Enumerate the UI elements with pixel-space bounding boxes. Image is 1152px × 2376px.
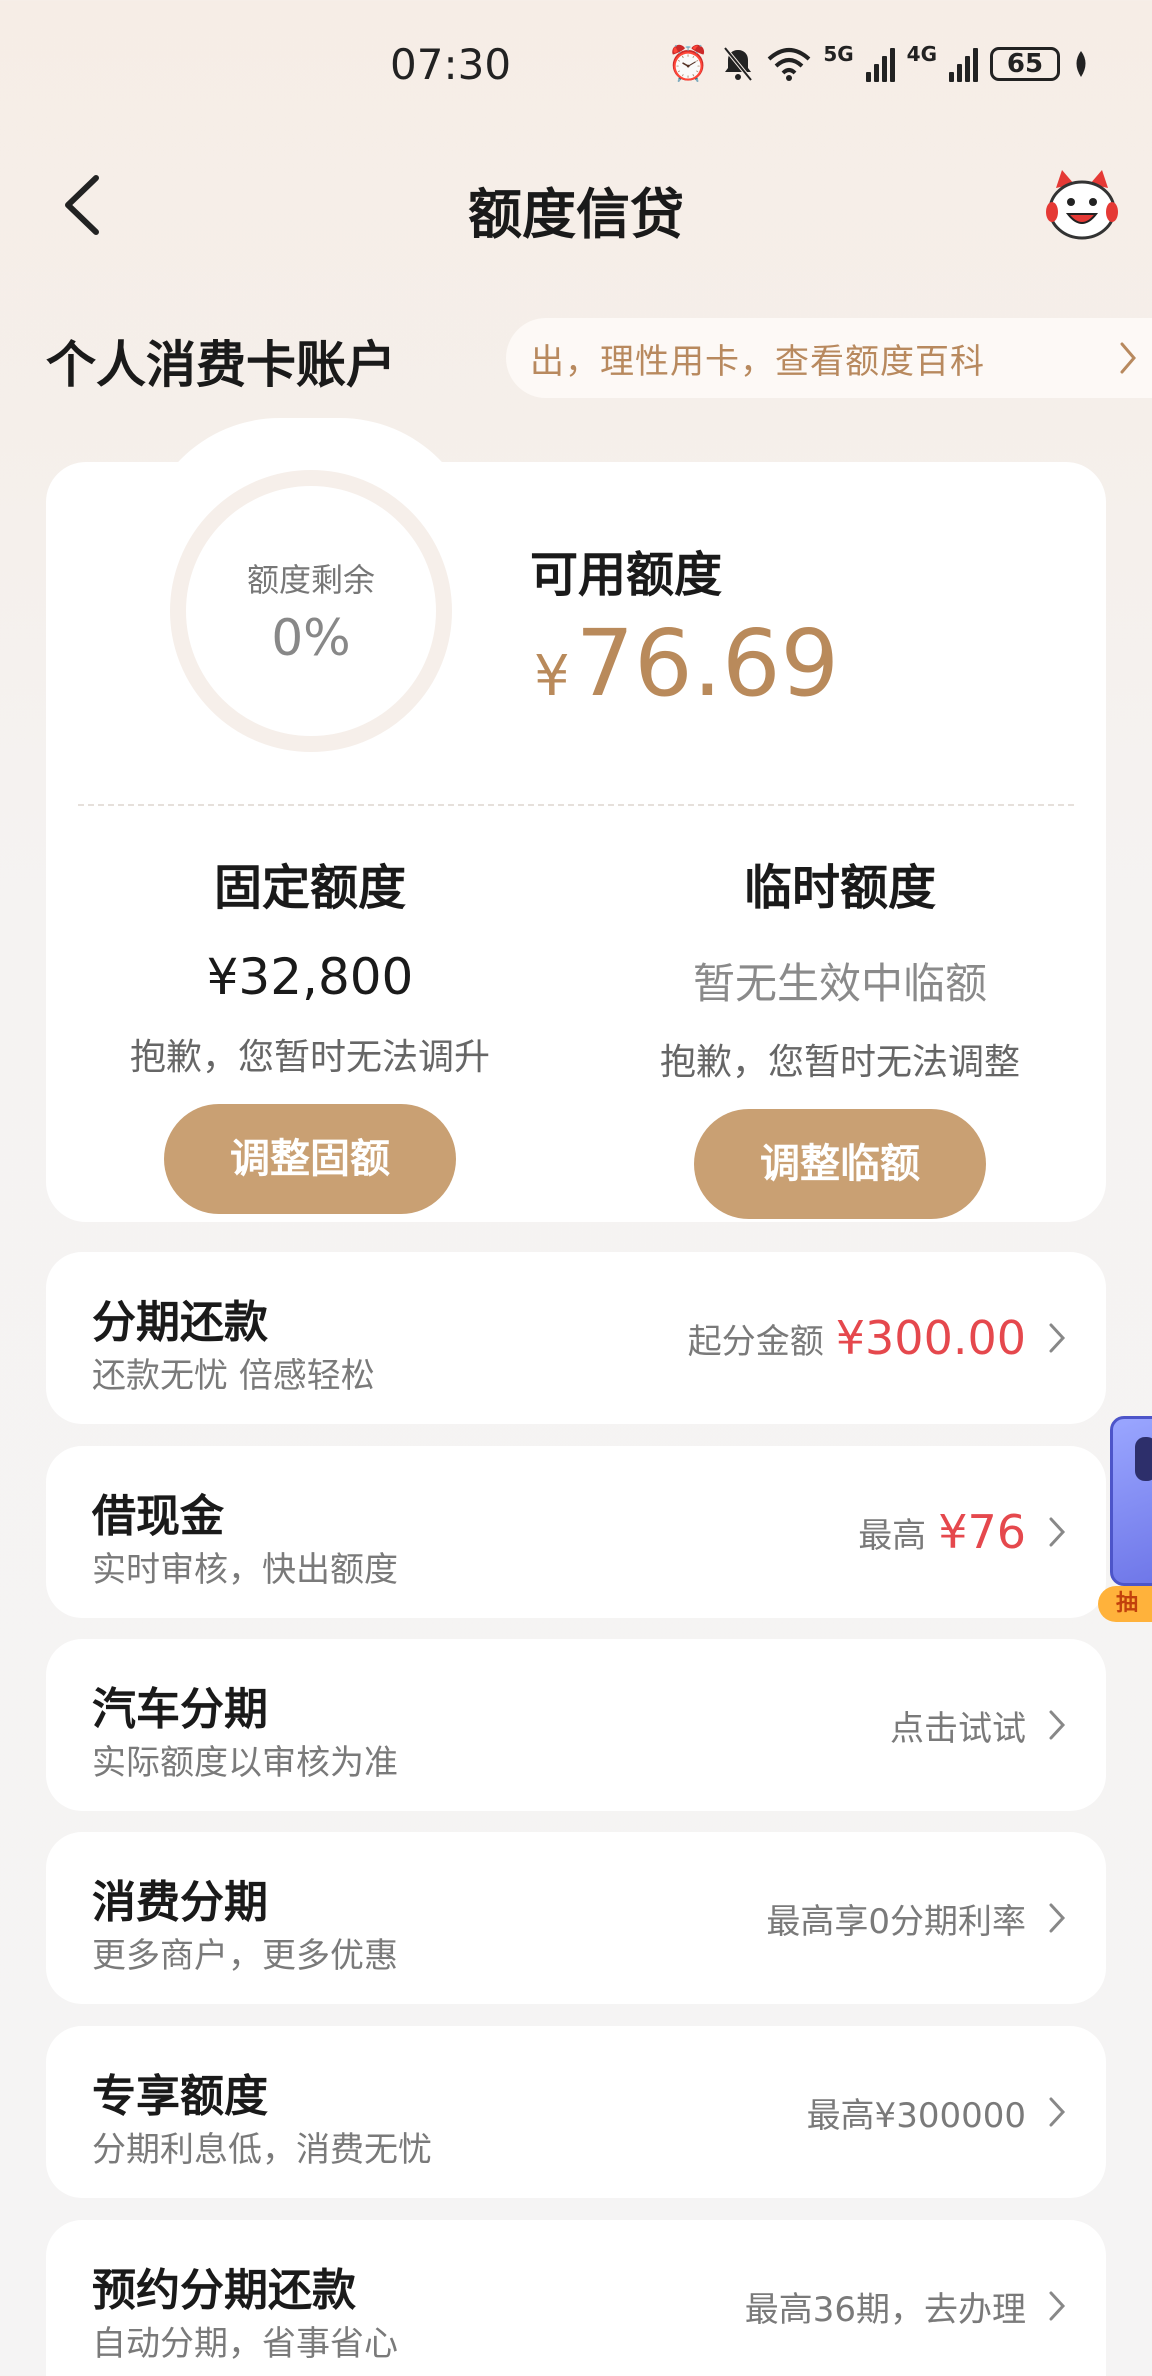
list-item-hint: 最高 (858, 1515, 927, 1556)
list-item-title: 分期还款 (92, 1297, 268, 1348)
network-4g-label: 4G (906, 42, 937, 66)
list-item-right: 最高 ¥76 (858, 1446, 1026, 1618)
signal-bars-icon (865, 46, 895, 82)
adjust-fixed-button[interactable]: 调整固额 (164, 1104, 456, 1214)
phone-promo-image (1110, 1416, 1152, 1586)
list-item-subtitle: 还款无忧 倍感轻松 (92, 1356, 375, 1396)
promo-tag: 抽 (1098, 1586, 1152, 1622)
floating-promo[interactable]: 抽 (1098, 1410, 1152, 1622)
list-item-title: 专享额度 (92, 2071, 268, 2122)
temp-credit-title: 临时额度 (743, 860, 936, 916)
chevron-right-icon (1049, 2097, 1066, 2127)
list-item-subtitle: 实际额度以审核为准 (92, 1743, 398, 1783)
list-item-subtitle: 更多商户，更多优惠 (92, 1936, 398, 1976)
list-item-right: 最高享0分期利率 (766, 1832, 1026, 2004)
list-item-right: 起分金额 ¥300.00 (688, 1252, 1026, 1424)
temp-credit-status: 暂无生效中临额 (692, 959, 987, 1008)
adjust-temp-button[interactable]: 调整临额 (694, 1109, 986, 1219)
remaining-ratio-ring: 额度剩余 0% (170, 470, 452, 752)
list-item-title: 消费分期 (92, 1877, 268, 1928)
fixed-credit-section: 固定额度 ¥32,800 抱歉，您暂时无法调升 调整固额 (90, 848, 530, 1214)
network-5g-label: 5G (823, 42, 854, 66)
list-item-subtitle: 实时审核，快出额度 (92, 1550, 398, 1590)
mute-bell-icon (723, 46, 753, 82)
status-icons: ⏰ 5G 4G 65 (666, 42, 1090, 84)
list-item-hint: 最高享0分期利率 (766, 1901, 1026, 1942)
mascot-icon[interactable] (1042, 166, 1122, 246)
account-title: 个人消费卡账户 (46, 336, 396, 394)
notice-text: 出，理性用卡，查看额度百科 (530, 341, 985, 382)
list-item-hint: 最高36期，去办理 (744, 2289, 1026, 2330)
dashed-divider (78, 804, 1074, 806)
status-bar: 07:30 ⏰ 5G 4G 65 (0, 0, 1152, 130)
status-time: 07:30 (390, 40, 512, 89)
battery-indicator: 65 (990, 47, 1060, 81)
chevron-right-icon (1120, 342, 1136, 374)
nav-bar: 额度信贷 (0, 160, 1152, 250)
camera-icon (1135, 1437, 1152, 1481)
chevron-right-icon (1049, 1323, 1066, 1353)
page-title: 额度信贷 (468, 183, 684, 246)
fixed-credit-amount: ¥32,800 (206, 948, 414, 1006)
list-item-right: 最高¥300000 (807, 2026, 1026, 2198)
wifi-icon (767, 48, 811, 81)
notice-banner[interactable]: 出，理性用卡，查看额度百科 (506, 318, 1152, 398)
fixed-credit-title: 固定额度 (213, 860, 406, 916)
available-credit-value: 76.69 (575, 610, 840, 717)
chevron-right-icon (1049, 1517, 1066, 1547)
ring-label: 额度剩余 (246, 561, 375, 599)
list-item-subtitle: 自动分期，省事省心 (92, 2324, 398, 2364)
signal-bars-icon (949, 46, 978, 82)
list-item-hint: 点击试试 (890, 1708, 1026, 1749)
list-item-right: 点击试试 (890, 1639, 1026, 1811)
list-item[interactable]: 消费分期 更多商户，更多优惠 最高享0分期利率 (46, 1832, 1106, 2004)
available-credit-amount: ¥ 76.69 (534, 610, 839, 717)
alarm-icon: ⏰ (666, 44, 710, 84)
list-item[interactable]: 汽车分期 实际额度以审核为准 点击试试 (46, 1639, 1106, 1811)
available-credit-label: 可用额度 (530, 547, 723, 603)
temp-credit-note: 抱歉，您暂时无法调整 (659, 1042, 1020, 1083)
list-item-amount: ¥76 (938, 1505, 1026, 1559)
temp-credit-section: 临时额度 暂无生效中临额 抱歉，您暂时无法调整 调整临额 (620, 848, 1060, 1219)
list-item-title: 借现金 (92, 1491, 224, 1542)
list-item[interactable]: 借现金 实时审核，快出额度 最高 ¥76 (46, 1446, 1106, 1618)
currency-symbol: ¥ (534, 644, 570, 709)
list-item[interactable]: 预约分期还款 自动分期，省事省心 最高36期，去办理 (46, 2220, 1106, 2376)
list-item[interactable]: 专享额度 分期利息低，消费无忧 最高¥300000 (46, 2026, 1106, 2198)
list-item-amount: ¥300.00 (835, 1311, 1026, 1365)
chevron-right-icon (1049, 1903, 1066, 1933)
chevron-right-icon (1049, 1710, 1066, 1740)
list-item-hint: 最高¥300000 (806, 2095, 1026, 2136)
leaf-icon (1076, 51, 1086, 77)
ring-value: 0% (271, 609, 351, 667)
list-item-title: 汽车分期 (92, 1684, 268, 1735)
list-item-subtitle: 分期利息低，消费无忧 (92, 2130, 432, 2170)
list-item-title: 预约分期还款 (92, 2265, 356, 2316)
fixed-credit-note: 抱歉，您暂时无法调升 (129, 1037, 490, 1078)
list-item[interactable]: 分期还款 还款无忧 倍感轻松 起分金额 ¥300.00 (46, 1252, 1106, 1424)
list-item-right: 最高36期，去办理 (745, 2220, 1026, 2376)
chevron-right-icon (1049, 2291, 1066, 2321)
list-item-hint: 起分金额 (687, 1321, 824, 1362)
